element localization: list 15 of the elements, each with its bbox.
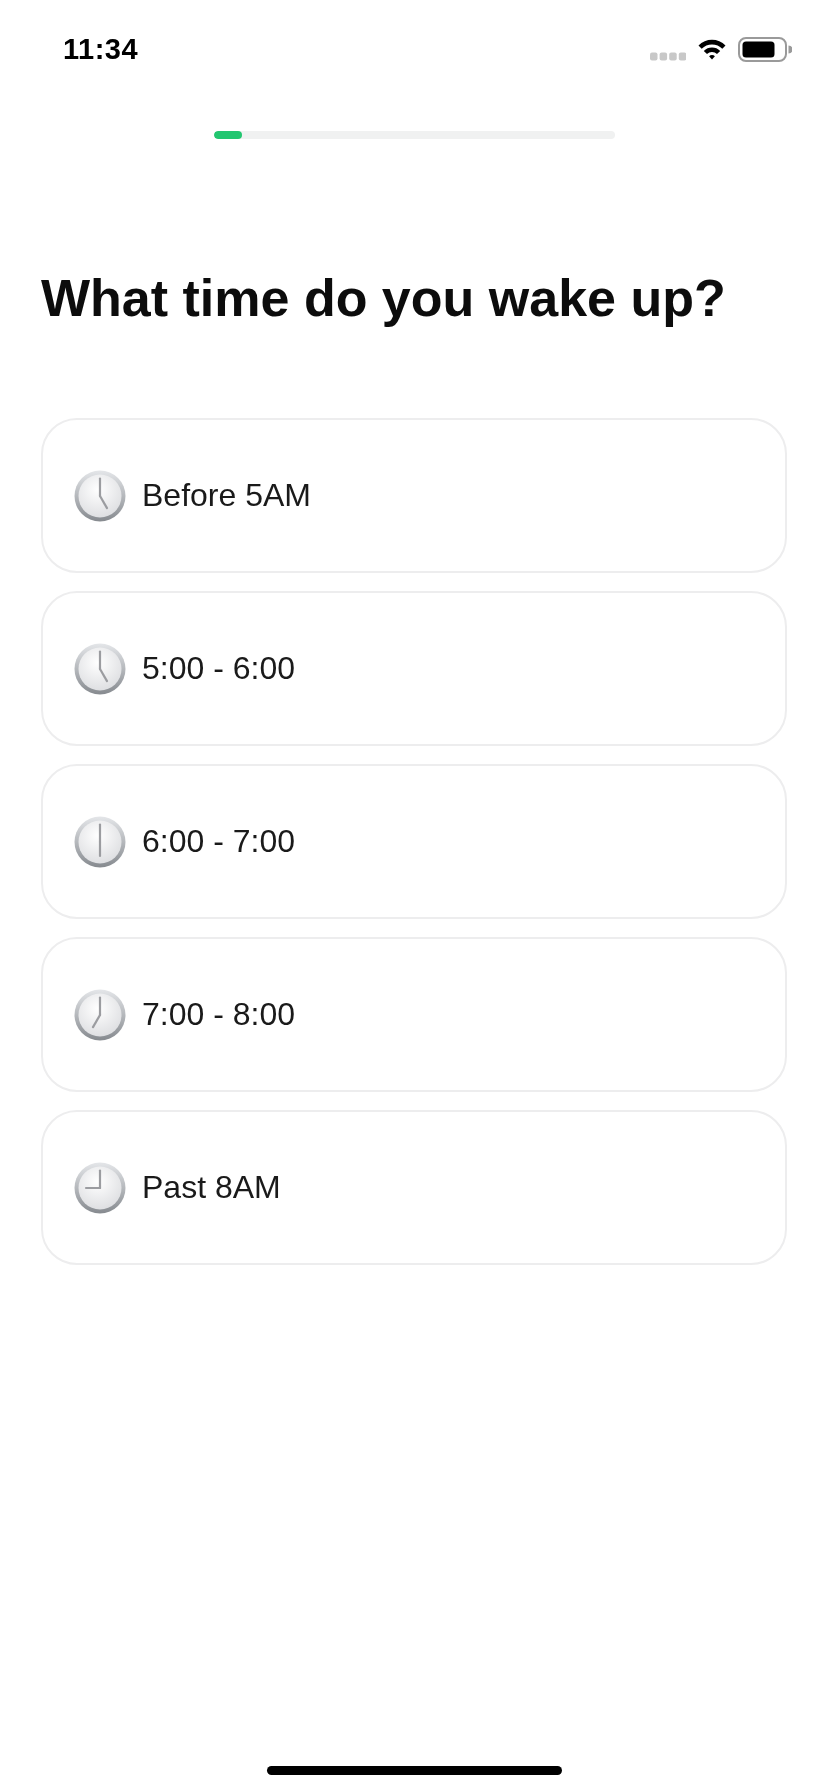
status-time: 11:34 (63, 32, 139, 66)
clock-icon (74, 642, 126, 695)
clock-icon (74, 815, 126, 868)
answer-option[interactable]: 6:00 - 7:00 (41, 764, 787, 919)
answer-option[interactable]: 5:00 - 6:00 (41, 591, 787, 746)
clock-icon (74, 469, 126, 522)
battery-icon (738, 36, 792, 62)
answer-option[interactable]: Past 8AM (41, 1110, 787, 1265)
clock-icon (74, 988, 126, 1041)
answer-option[interactable]: Before 5AM (41, 418, 787, 573)
question-title: What time do you wake up? (41, 268, 726, 329)
answer-option[interactable]: 7:00 - 8:00 (41, 937, 787, 1092)
wifi-icon (697, 38, 727, 60)
signal-icon (650, 51, 686, 61)
clock-icon (74, 1161, 126, 1214)
